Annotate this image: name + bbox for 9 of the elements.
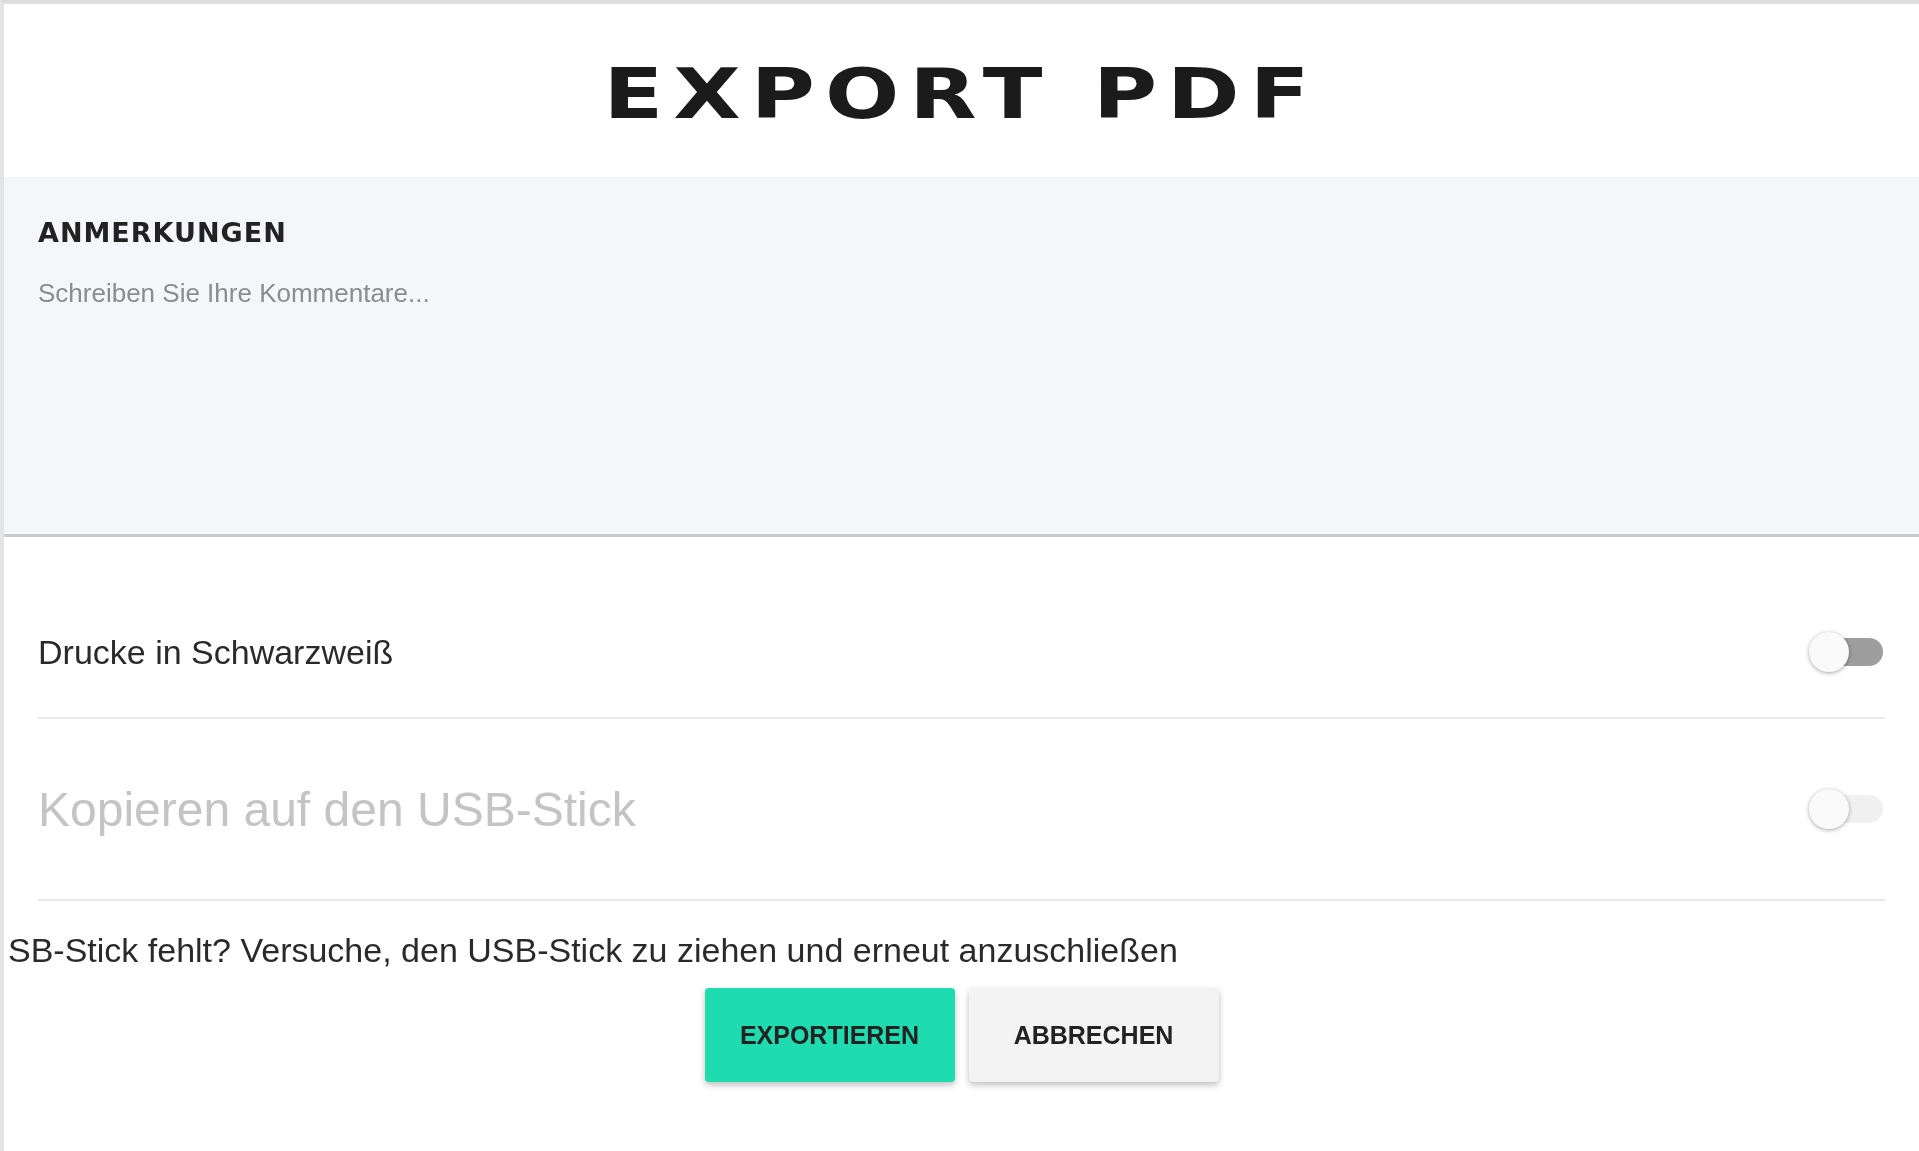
- cancel-button[interactable]: ABBRECHEN: [968, 988, 1219, 1082]
- hint-text: SB-Stick fehlt? Versuche, den USB-Stick zu ziehen und erneut anzuschließen: [8, 931, 1179, 970]
- toggle-switch[interactable]: [1809, 632, 1885, 672]
- export-button[interactable]: EXPORTIEREN: [704, 988, 955, 1082]
- option-label: Drucke in Schwarzweiß: [38, 632, 394, 672]
- option-label: Kopieren auf den USB-Stick: [38, 781, 636, 837]
- notes-field[interactable]: Schreiben Sie Ihre Kommentare...: [4, 278, 1919, 537]
- dialog-title: EXPORT PDF: [602, 52, 1321, 137]
- notes-label: ANMERKUNGEN: [4, 177, 1919, 278]
